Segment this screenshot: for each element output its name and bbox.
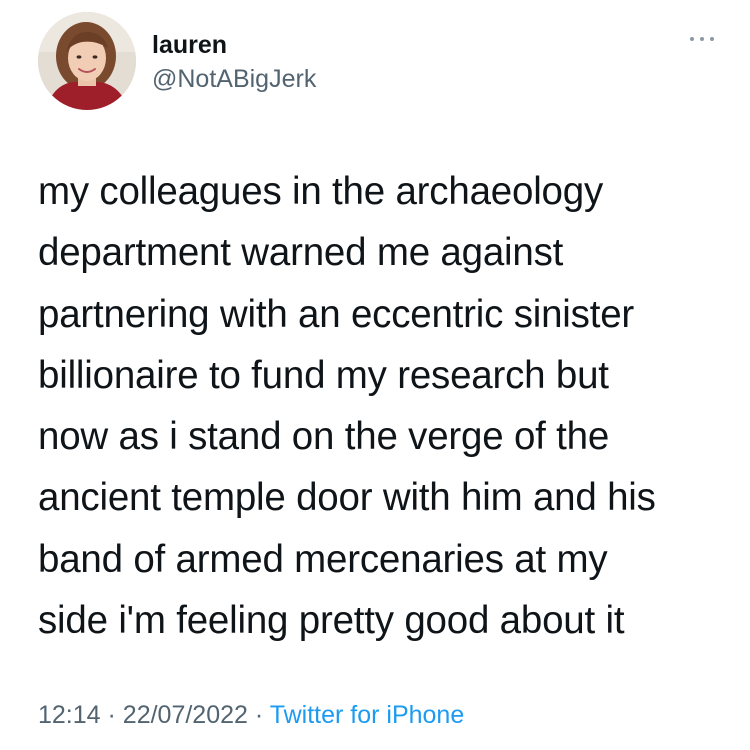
tweet-text-line: my colleagues in the archaeology [38, 170, 604, 213]
avatar[interactable] [38, 12, 136, 110]
user-handle[interactable]: @NotABigJerk [152, 62, 316, 96]
dot-icon [690, 37, 694, 41]
tweet-text: my colleagues in the archaeology departm… [38, 161, 728, 651]
tweet-text-line: billionaire to fund my research but [38, 353, 609, 397]
tweet-source-link[interactable]: Twitter for iPhone [270, 701, 465, 729]
tweet-text-line: now as i stand on the verge of the [38, 415, 610, 459]
tweet-text-line: department warned me against [38, 231, 564, 275]
dot-icon [710, 37, 714, 41]
meta-separator: · [254, 701, 264, 729]
tweet-card: lauren @NotABigJerk my colleagues in the… [0, 0, 750, 750]
tweet-text-line: band of armed mercenaries at my [38, 537, 608, 581]
tweet-date[interactable]: 22/07/2022 [123, 701, 248, 729]
tweet-text-line: partnering with an eccentric sinister [38, 292, 635, 336]
meta-separator: · [107, 701, 116, 729]
tweet-text-line: side i'm feeling pretty good about it [38, 599, 625, 643]
tweet-text-line: ancient temple door with him and his [38, 476, 656, 520]
tweet-metadata: 12:14 · 22/07/2022 · Twitter for iPhone [38, 699, 464, 731]
dot-icon [700, 37, 704, 41]
more-options-icon[interactable] [690, 32, 714, 46]
user-info: lauren @NotABigJerk [152, 30, 316, 96]
display-name[interactable]: lauren [152, 30, 316, 60]
tweet-time[interactable]: 12:14 [38, 701, 101, 729]
profile-photo-icon [38, 12, 136, 110]
